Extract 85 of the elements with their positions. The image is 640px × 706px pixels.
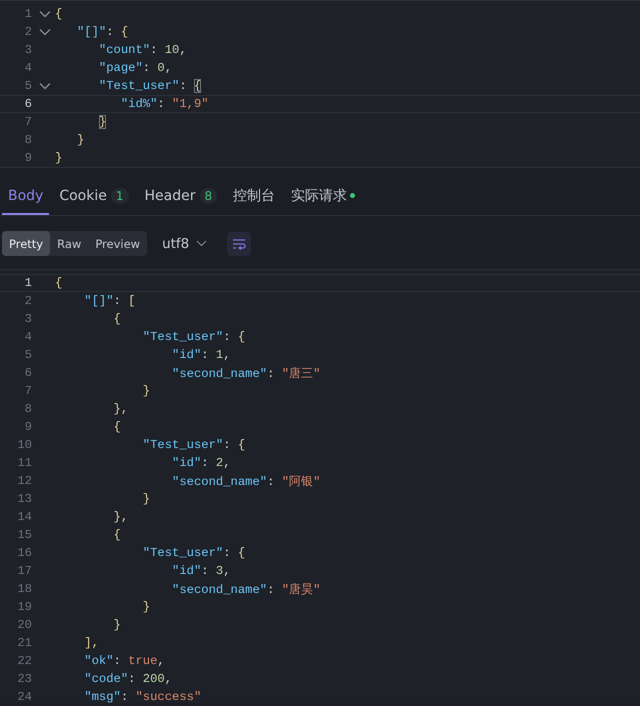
line-number: 21 <box>16 636 32 650</box>
code-line: "Test_user": { <box>142 330 246 344</box>
line-number: 2 <box>24 294 32 308</box>
code-line: "Test_user": { <box>98 79 202 93</box>
code-line: "id": 2, <box>171 456 231 470</box>
line-number: 18 <box>16 582 32 596</box>
wrap-lines-button[interactable] <box>227 232 252 256</box>
code-line: }, <box>112 510 128 524</box>
line-number: 19 <box>16 600 32 614</box>
tab[interactable]: Cookie 1 <box>53 178 135 215</box>
code-line: } <box>55 151 62 165</box>
code-line: { <box>55 7 62 21</box>
line-number: 9 <box>24 151 32 165</box>
code-line: "Test_user": { <box>142 438 246 452</box>
format-option[interactable]: Pretty <box>2 231 50 256</box>
caret-icon <box>196 240 208 247</box>
code-line: }, <box>112 402 128 416</box>
line-number: 8 <box>24 402 32 416</box>
tab[interactable]: Header 8 <box>138 178 224 215</box>
line-number: 7 <box>24 115 32 129</box>
code-line: } <box>112 618 121 632</box>
line-number: 9 <box>24 420 32 434</box>
wrap-lines-icon <box>232 238 246 250</box>
code-line: "second_name": "唐三" <box>171 366 320 382</box>
line-number: 8 <box>24 133 32 147</box>
code-line: { <box>55 276 62 290</box>
line-number: 13 <box>16 492 32 506</box>
code-line: "[]": { <box>76 25 128 39</box>
line-number: 1 <box>24 7 32 21</box>
format-option[interactable]: Preview <box>88 231 148 256</box>
code-line: "page": 0, <box>98 61 172 75</box>
tab[interactable]: Body <box>2 178 50 215</box>
code-line: } <box>76 133 84 147</box>
line-number: 20 <box>16 618 32 632</box>
code-line: "second_name": "唐昊" <box>171 582 320 598</box>
code-line: "id": 3, <box>171 564 231 578</box>
line-number: 4 <box>24 61 32 75</box>
line-number: 2 <box>24 25 32 39</box>
fold-chevron-icon[interactable] <box>38 28 52 36</box>
line-number: 3 <box>24 312 32 326</box>
line-number: 6 <box>24 366 32 380</box>
code-line: "id": 1, <box>171 348 231 362</box>
code-line: } <box>142 492 150 506</box>
line-number: 5 <box>24 79 32 93</box>
code-line: "ok": true, <box>83 654 165 668</box>
code-line: "second_name": "阿银" <box>171 474 320 490</box>
line-number: 10 <box>16 438 32 452</box>
code-line: { <box>112 312 121 326</box>
format-option[interactable]: Raw <box>50 231 88 256</box>
line-number: 17 <box>16 564 32 578</box>
code-line: "code": 200, <box>83 672 172 686</box>
code-line: } <box>142 600 150 614</box>
line-number: 6 <box>24 97 32 111</box>
line-number: 23 <box>16 672 32 686</box>
line-number: 22 <box>16 654 32 668</box>
line-number: 1 <box>24 276 32 290</box>
code-line: { <box>112 528 121 542</box>
fold-chevron-icon[interactable] <box>38 82 52 90</box>
code-line: "[]": [ <box>83 294 136 308</box>
code-line: "id%": "1,9" <box>120 97 209 111</box>
status-dot <box>350 193 356 198</box>
encoding-dropdown[interactable]: utf8 <box>162 236 208 252</box>
code-line: { <box>112 420 121 434</box>
code-line: "count": 10, <box>98 43 187 57</box>
line-number: 16 <box>16 546 32 560</box>
line-number: 15 <box>16 528 32 542</box>
line-number: 5 <box>24 348 32 362</box>
count-badge: 8 <box>200 188 218 204</box>
line-number: 14 <box>16 510 32 524</box>
line-number: 4 <box>24 330 32 344</box>
fold-chevron-icon[interactable] <box>38 10 52 18</box>
line-number: 12 <box>16 474 32 488</box>
code-line: "Test_user": { <box>142 546 246 560</box>
tab[interactable]: 实际请求 <box>285 178 362 215</box>
code-line: ], <box>83 636 99 650</box>
tab[interactable]: 控制台 <box>227 178 282 215</box>
code-line: "msg": "success" <box>83 690 202 704</box>
request-editor[interactable]: 1 { 2 "[]": { 3 "count": 10, 4 "page": 0, 5 "Test_user": { 6 "id%": "1,9" 7 } 8 } 9 } <box>0 0 640 168</box>
count-badge: 1 <box>110 188 129 204</box>
line-number: 7 <box>24 384 32 398</box>
code-line: } <box>142 384 150 398</box>
line-number: 24 <box>16 690 32 704</box>
line-number: 3 <box>24 43 32 57</box>
code-line: } <box>98 115 106 129</box>
line-number: 11 <box>16 456 32 470</box>
